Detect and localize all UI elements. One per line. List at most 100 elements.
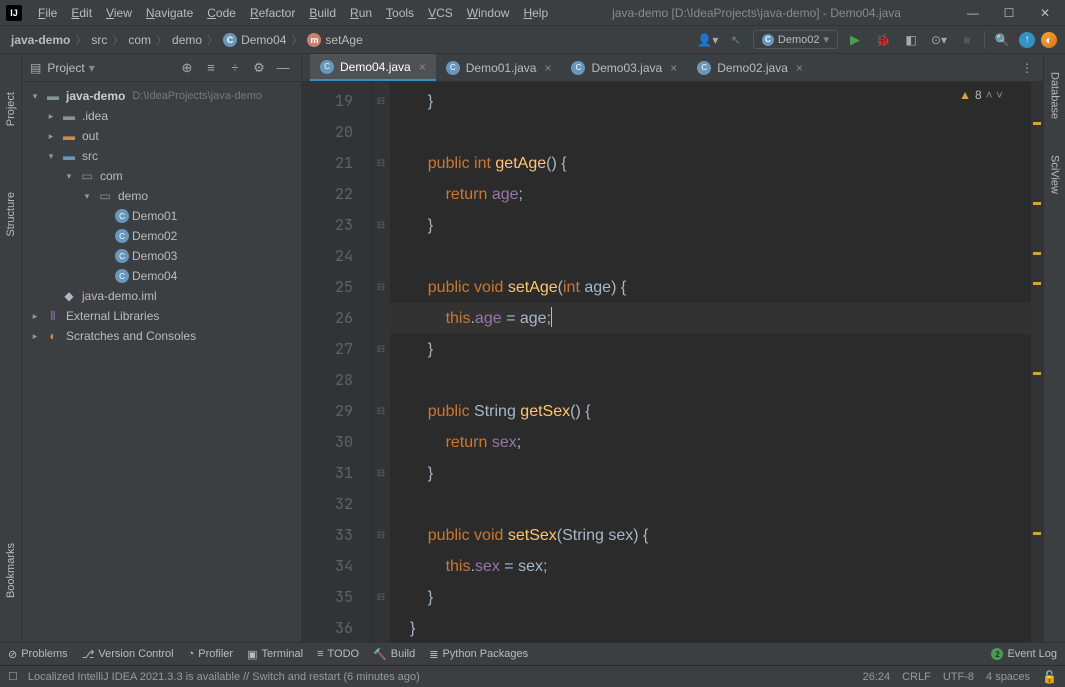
menu-build[interactable]: Build (303, 4, 342, 22)
menu-tools[interactable]: Tools (380, 4, 420, 22)
fold-marker[interactable]: ⊟ (372, 582, 390, 613)
tab-demo03-java[interactable]: CDemo03.java× (561, 54, 687, 81)
tree-file-demo03[interactable]: C Demo03 (22, 246, 301, 266)
code-line[interactable]: public void setAge(int age) { (390, 272, 1043, 303)
code-line[interactable]: } (390, 582, 1043, 613)
line-number[interactable]: 23 (302, 210, 371, 241)
tree-file-demo04[interactable]: C Demo04 (22, 266, 301, 286)
tabs-more-icon[interactable]: ⋮ (1011, 61, 1043, 75)
tab-database[interactable]: Database (1047, 64, 1063, 127)
line-number[interactable]: 27 (302, 334, 371, 365)
hide-icon[interactable]: ― (273, 58, 293, 78)
users-icon[interactable]: 👤▾ (697, 29, 719, 51)
line-number[interactable]: 36 (302, 613, 371, 642)
line-separator[interactable]: CRLF (902, 671, 931, 683)
tool-profiler[interactable]: ◔Profiler (188, 648, 234, 660)
coverage-button[interactable]: ◧ (900, 29, 922, 51)
fold-marker[interactable] (372, 241, 390, 272)
menu-help[interactable]: Help (517, 4, 554, 22)
search-icon[interactable]: 🔍 (991, 29, 1013, 51)
line-number[interactable]: 25 (302, 272, 371, 303)
tree-demo[interactable]: ▾▭demo (22, 186, 301, 206)
line-number[interactable]: 29 (302, 396, 371, 427)
fold-marker[interactable]: ⊟ (372, 210, 390, 241)
target-icon[interactable]: ⊕ (177, 58, 197, 78)
code-line[interactable]: public int getAge() { (390, 148, 1043, 179)
code-line[interactable]: } (390, 613, 1043, 642)
collapse-icon[interactable]: ÷ (225, 58, 245, 78)
tree-file-demo01[interactable]: C Demo01 (22, 206, 301, 226)
fold-marker[interactable] (372, 303, 390, 334)
crumb-class[interactable]: CDemo04 (220, 32, 289, 48)
fold-marker[interactable] (372, 117, 390, 148)
tree-idea[interactable]: ▸▬.idea (22, 106, 301, 126)
code-line[interactable]: this.age = age; (390, 303, 1043, 334)
crumb-demo[interactable]: demo (169, 32, 205, 48)
fold-marker[interactable]: ⊟ (372, 334, 390, 365)
fold-marker[interactable]: ⊟ (372, 272, 390, 303)
run-button[interactable]: ▶ (844, 29, 866, 51)
tab-demo02-java[interactable]: CDemo02.java× (687, 54, 813, 81)
fold-marker[interactable]: ⊟ (372, 148, 390, 179)
line-number[interactable]: 22 (302, 179, 371, 210)
fold-marker[interactable] (372, 551, 390, 582)
event-log[interactable]: 2Event Log (991, 648, 1057, 660)
code-line[interactable] (390, 241, 1043, 272)
tree-com[interactable]: ▾▭com (22, 166, 301, 186)
code-line[interactable]: } (390, 86, 1043, 117)
line-number[interactable]: 28 (302, 365, 371, 396)
tool-build[interactable]: 🔨Build (373, 648, 415, 661)
tab-project[interactable]: Project (3, 84, 19, 134)
crumb-src[interactable]: src (88, 32, 110, 48)
close-tab-icon[interactable]: × (544, 61, 551, 75)
line-number[interactable]: 33 (302, 520, 371, 551)
maximize-button[interactable]: ☐ (995, 3, 1023, 23)
fold-marker[interactable]: ⊟ (372, 520, 390, 551)
profile-button[interactable]: ⊙▾ (928, 29, 950, 51)
tab-structure[interactable]: Structure (3, 184, 19, 245)
line-number[interactable]: 31 (302, 458, 371, 489)
line-number[interactable]: 32 (302, 489, 371, 520)
tree-file-demo02[interactable]: C Demo02 (22, 226, 301, 246)
tree-src[interactable]: ▾▬src (22, 146, 301, 166)
menu-code[interactable]: Code (201, 4, 242, 22)
code-line[interactable]: } (390, 334, 1043, 365)
crumb-method[interactable]: msetAge (304, 32, 365, 48)
tab-sciview[interactable]: SciView (1047, 147, 1063, 202)
code-line[interactable]: public void setSex(String sex) { (390, 520, 1043, 551)
fold-marker[interactable] (372, 365, 390, 396)
fold-marker[interactable] (372, 427, 390, 458)
sync-icon[interactable]: ↑ (1019, 32, 1035, 48)
error-stripe[interactable] (1031, 82, 1043, 642)
code-line[interactable] (390, 489, 1043, 520)
stop-button[interactable]: ■ (956, 29, 978, 51)
crumb-com[interactable]: com (125, 32, 154, 48)
menu-vcs[interactable]: VCS (422, 4, 459, 22)
tree-out[interactable]: ▸▬out (22, 126, 301, 146)
fold-marker[interactable]: ⊟ (372, 396, 390, 427)
indent-setting[interactable]: 4 spaces (986, 671, 1030, 683)
file-encoding[interactable]: UTF-8 (943, 671, 974, 683)
code-line[interactable]: return sex; (390, 427, 1043, 458)
ide-icon[interactable]: ◐ (1041, 32, 1057, 48)
tab-bookmarks[interactable]: Bookmarks (3, 535, 19, 606)
minimize-button[interactable]: ― (959, 3, 987, 23)
tool-version-control[interactable]: ⎇Version Control (82, 648, 174, 661)
tree-root[interactable]: ▾▬java-demoD:\IdeaProjects\java-demo (22, 86, 301, 106)
code-line[interactable] (390, 117, 1043, 148)
tool-python-packages[interactable]: ≣Python Packages (429, 648, 528, 661)
line-number[interactable]: 26 (302, 303, 371, 334)
tree-iml[interactable]: ◆java-demo.iml (22, 286, 301, 306)
code-line[interactable]: } (390, 458, 1043, 489)
inspection-widget[interactable]: ▲ 8 ˄ ˅ (959, 88, 1003, 102)
line-number[interactable]: 30 (302, 427, 371, 458)
crumb-project[interactable]: java-demo (8, 32, 73, 48)
close-tab-icon[interactable]: × (419, 60, 426, 74)
menu-run[interactable]: Run (344, 4, 378, 22)
debug-button[interactable]: 🐞 (872, 29, 894, 51)
caret-position[interactable]: 26:24 (863, 671, 891, 683)
fold-marker[interactable]: ⊟ (372, 86, 390, 117)
tool-todo[interactable]: ≡TODO (317, 648, 359, 660)
build-hammer-icon[interactable]: ↖ (725, 29, 747, 51)
code-line[interactable]: return age; (390, 179, 1043, 210)
